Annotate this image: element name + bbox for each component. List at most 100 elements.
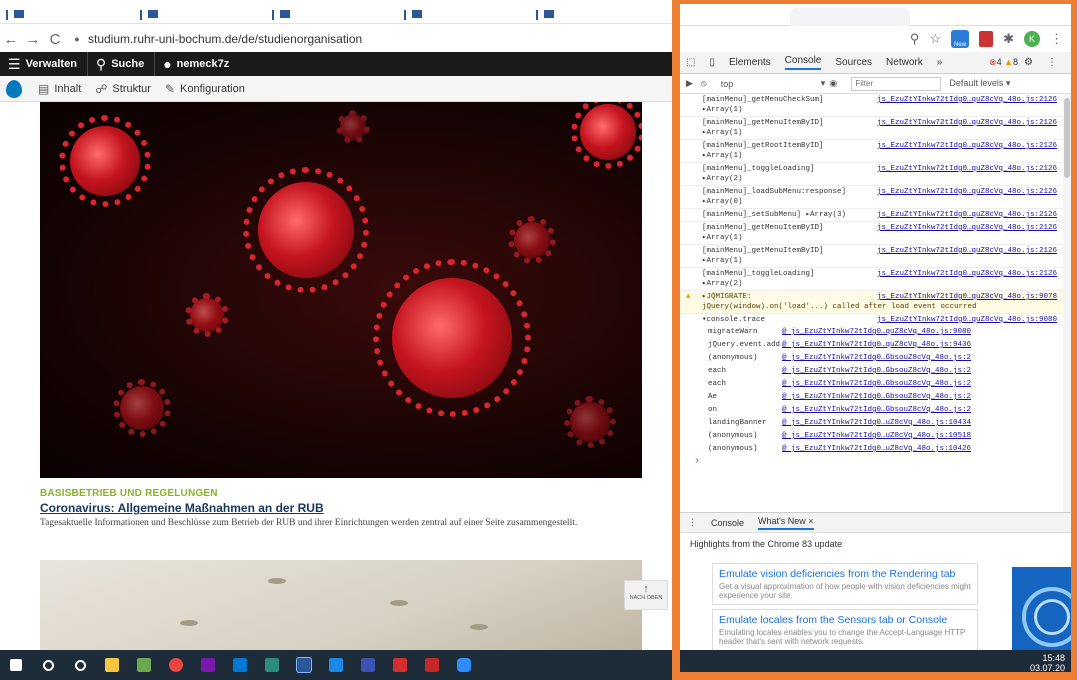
tab-network[interactable]: Network — [886, 57, 923, 68]
message-array[interactable]: ▸Array(1) — [702, 256, 1057, 266]
source-link[interactable]: js_EzuZtYInkw72tIdg0…quZ8cVq_48o.js:2126 — [877, 210, 1057, 220]
app-icon[interactable] — [416, 650, 448, 680]
console-prompt[interactable]: › — [680, 456, 1071, 468]
lock-icon[interactable]: ● — [72, 34, 82, 44]
back-to-top-button[interactable]: ↑ NACH OBEN — [624, 580, 668, 610]
source-link[interactable]: js_EzuZtYInkw72tIdg0…quZ8cVq_48o.js:2126 — [877, 164, 1057, 174]
system-clock[interactable]: 15:48 03.07.20 — [680, 650, 1071, 672]
browser-tab[interactable] — [140, 10, 260, 20]
console-warning[interactable]: ▲ ▸JQMIGRATE: jQuery(window).on('load'..… — [680, 291, 1071, 314]
pdf-icon[interactable] — [384, 650, 416, 680]
source-link[interactable]: js_EzuZtYInkw72tIdg0…quZ8cVq_48o.js:9080 — [877, 315, 1057, 325]
scrollbar[interactable] — [1063, 94, 1071, 514]
browser-tab[interactable] — [272, 10, 392, 20]
trace-link[interactable]: @ js_EzuZtYInkw72tIdg0…uZ8cVq_48o.js:104… — [782, 419, 971, 427]
console-message[interactable]: [mainMenu]_getMenuItemByID] ▸Array(1) js_E… — [680, 222, 1071, 245]
source-link[interactable]: js_EzuZtYInkw72tIdg0…quZ8cVq_48o.js:2126 — [877, 118, 1057, 128]
tab-elements[interactable]: Elements — [729, 57, 771, 68]
puzzle-icon[interactable]: ✱ — [1003, 31, 1014, 47]
trace-link[interactable]: @ js_EzuZtYInkw72tIdg0…GbsouZ8cVq_48o.js… — [782, 354, 971, 362]
outlook-icon[interactable] — [224, 650, 256, 680]
chevron-down-icon[interactable]: ▾ — [821, 78, 826, 89]
console-message[interactable]: [mainMenu]_getMenuItemByID] ▸Array(1) js_E… — [680, 245, 1071, 268]
trace-link[interactable]: @ js_EzuZtYInkw72tIdg0…GbsouZ8cVq_48o.js… — [782, 406, 971, 414]
forward-icon[interactable]: → — [22, 31, 44, 48]
browser-tab[interactable] — [536, 10, 656, 20]
search-icon[interactable] — [32, 650, 64, 680]
zoom-icon[interactable]: ⚲ — [910, 31, 920, 47]
browser-tab[interactable] — [6, 10, 126, 20]
source-link[interactable]: js_EzuZtYInkw72tIdg0…quZ8cVq_48o.js:2126 — [877, 269, 1057, 279]
back-icon[interactable]: ← — [0, 31, 22, 48]
app-icon[interactable] — [256, 650, 288, 680]
console-message[interactable]: [mainMenu]_getMenuCheckSum] ▸Array(1) js_E… — [680, 94, 1071, 117]
word-icon[interactable] — [288, 650, 320, 680]
message-array[interactable]: ▸Array(2) — [702, 279, 1057, 289]
whats-new-item[interactable]: Emulate vision deficiencies from the Ren… — [712, 563, 978, 605]
manage-button[interactable]: ☰ Verwalten — [8, 56, 77, 73]
console-message[interactable]: [mainMenu]_getRootItemByID] ▸Array(1) js_E… — [680, 140, 1071, 163]
tab-sources[interactable]: Sources — [835, 57, 872, 68]
inspect-icon[interactable]: ⬚ — [686, 57, 695, 68]
console-message[interactable]: [mainMenu]_setSubMenu] ▸Array(3) js_EzuZt… — [680, 209, 1071, 222]
second-article-image[interactable] — [40, 560, 642, 650]
hero-image[interactable] — [40, 102, 642, 478]
task-view-icon[interactable] — [64, 650, 96, 680]
browser-tab[interactable] — [404, 10, 524, 20]
source-link[interactable]: js_EzuZtYInkw72tIdg0…quZ8cVq_48o.js:2126 — [877, 246, 1057, 256]
gear-icon[interactable]: ⚙ — [1024, 57, 1033, 68]
trace-link[interactable]: @ js_EzuZtYInkw72tIdg0…quZ8cVq_48o.js:90… — [782, 328, 971, 336]
console-trace[interactable]: ▾console.trace js_EzuZtYInkw72tIdg0…quZ8… — [680, 314, 1071, 326]
message-array[interactable]: ▸Array(2) — [702, 174, 1057, 184]
file-explorer-icon[interactable] — [96, 650, 128, 680]
whats-new-item[interactable]: Emulate locales from the Sensors tab or … — [712, 609, 978, 651]
message-array[interactable]: ▸Array(1) — [702, 233, 1057, 243]
more-tabs-button[interactable]: » — [937, 57, 943, 68]
context-selector[interactable]: top — [721, 79, 821, 89]
filter-input[interactable] — [851, 76, 942, 91]
device-toggle-icon[interactable]: ▯ — [709, 57, 715, 68]
trace-link[interactable]: @ js_EzuZtYInkw72tIdg0…uZ8cVq_48o.js:104… — [782, 445, 971, 453]
article-headline[interactable]: Coronavirus: Allgemeine Maßnahmen an der… — [40, 501, 324, 515]
source-link[interactable]: js_EzuZtYInkw72tIdg0…quZ8cVq_48o.js:2126 — [877, 141, 1057, 151]
trace-link[interactable]: @ js_EzuZtYInkw72tIdg0…uZ8cVq_48o.js:105… — [782, 432, 971, 440]
app-icon[interactable] — [128, 650, 160, 680]
message-array[interactable]: ▸Array(0) — [702, 197, 1057, 207]
drawer-tab-console[interactable]: Console — [711, 518, 744, 528]
trace-link[interactable]: @ js_EzuZtYInkw72tIdg0…quZ8cVq_48o.js:94… — [782, 341, 971, 349]
tray-content[interactable]: ▤ Inhalt — [38, 82, 81, 96]
message-array[interactable]: ▸Array(1) — [702, 128, 1057, 138]
star-icon[interactable]: ☆ — [929, 31, 941, 47]
app-icon[interactable] — [352, 650, 384, 680]
user-button[interactable]: ● nemeck7z — [163, 56, 229, 72]
url-field[interactable]: studium.ruhr-uni-bochum.de/de/studienorg… — [88, 32, 362, 46]
source-link[interactable]: js_EzuZtYInkw72tIdg0…quZ8cVq_48o.js:2126 — [877, 223, 1057, 233]
kebab-menu-icon[interactable]: ⋮ — [1047, 57, 1057, 68]
tray-config[interactable]: ✎ Konfiguration — [165, 82, 245, 96]
trace-link[interactable]: @ js_EzuZtYInkw72tIdg0…GbsouZ8cVq_48o.js… — [782, 380, 971, 388]
browser-tab[interactable] — [790, 8, 910, 26]
sidebar-toggle-icon[interactable]: ▶ — [686, 78, 693, 89]
new-extension-icon[interactable]: New — [951, 30, 970, 48]
source-link[interactable]: js_EzuZtYInkw72tIdg0…quZ8cVq_48o.js:2126 — [877, 187, 1057, 197]
console-message[interactable]: [mainMenu]_toggleLoading] ▸Array(2) js_Ezu… — [680, 268, 1071, 291]
windows-start-icon[interactable] — [0, 650, 32, 680]
clear-console-icon[interactable]: ⦸ — [701, 78, 707, 89]
tray-structure[interactable]: ☍ Struktur — [95, 82, 151, 96]
drawer-menu-icon[interactable]: ⋮ — [688, 517, 697, 528]
trace-link[interactable]: @ js_EzuZtYInkw72tIdg0…GbsouZ8cVq_48o.js… — [782, 367, 971, 375]
console-message[interactable]: [mainMenu]_loadSubMenu:response] ▸Array(0… — [680, 186, 1071, 209]
trace-link[interactable]: @ js_EzuZtYInkw72tIdg0…GbsouZ8cVq_48o.js… — [782, 393, 971, 401]
reload-icon[interactable]: C — [44, 31, 66, 48]
onenote-icon[interactable] — [192, 650, 224, 680]
tab-console[interactable]: Console — [784, 55, 822, 70]
app-icon[interactable] — [320, 650, 352, 680]
search-button[interactable]: ⚲ Suche — [96, 56, 144, 73]
message-array[interactable]: ▸Array(1) — [702, 105, 1057, 115]
drawer-tab-whats-new[interactable]: What's New × — [758, 516, 814, 530]
zoom-icon[interactable] — [448, 650, 480, 680]
console-message[interactable]: [mainMenu]_getMenuItemByID] ▸Array(1) js_E… — [680, 117, 1071, 140]
pdf-extension-icon[interactable] — [979, 31, 994, 47]
profile-avatar[interactable]: K — [1024, 31, 1040, 47]
chrome-icon[interactable] — [160, 650, 192, 680]
